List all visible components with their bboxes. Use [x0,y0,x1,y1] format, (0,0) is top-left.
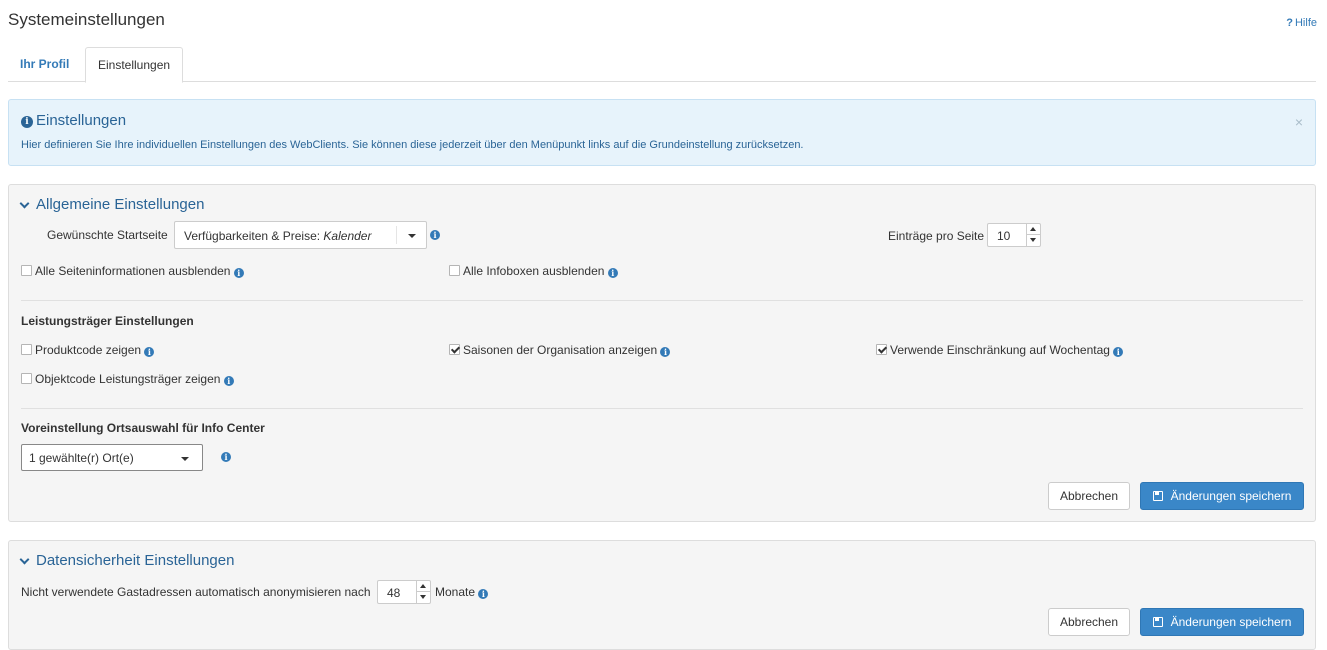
checkbox-checked-icon[interactable] [876,344,887,355]
object-code-checkbox[interactable]: Objektcode Leistungsträger zeigen i [21,372,234,386]
hide-page-info-checkbox[interactable]: Alle Seiteninformationen ausblenden i [21,264,244,278]
divider [21,408,1303,409]
product-code-checkbox[interactable]: Produktcode zeigen i [21,343,155,357]
help-icon: ? [1286,17,1293,29]
info-circle-icon[interactable]: i [144,347,155,357]
save-changes-button[interactable]: Änderungen speichern [1140,482,1304,510]
tab-bar: Ihr Profil Einstellungen [8,47,1316,83]
tab-profile[interactable]: Ihr Profil [8,47,81,82]
chevron-down-icon [19,554,30,564]
chevron-down-icon [19,198,30,208]
caret-down-icon [181,457,189,461]
checkbox-checked-icon[interactable] [449,344,460,355]
anonymize-suffix: Monate i [435,585,489,599]
info-circle-icon[interactable]: i [478,589,489,599]
location-value: 1 gewählte(r) Ort(e) [29,451,134,465]
privacy-settings-panel: Datensicherheit Einstellungen Nicht verw… [8,540,1316,650]
general-settings-heading-text: Allgemeine Einstellungen [36,196,205,213]
hide-infoboxes-checkbox[interactable]: Alle Infoboxen ausblenden i [449,264,618,278]
general-settings-heading[interactable]: Allgemeine Einstellungen [19,196,204,213]
info-circle-icon[interactable]: i [233,268,244,278]
seasons-checkbox[interactable]: Saisonen der Organisation anzeigen i [449,343,671,357]
checkbox-icon[interactable] [449,265,460,276]
info-circle-icon[interactable]: i [607,268,618,278]
alert-title-text: Einstellungen [36,112,127,129]
start-page-value: Verfügbarkeiten & Preise: Kalender [184,229,372,243]
provider-section-label: Leistungsträger Einstellungen [21,314,194,328]
info-circle-icon: i [21,116,33,128]
checkbox-icon[interactable] [21,265,32,276]
spin-down-icon[interactable] [1027,235,1040,246]
help-label: Hilfe [1294,17,1317,29]
info-circle-icon[interactable]: i [430,230,440,240]
start-page-label: Gewünschte Startseite [47,228,168,242]
spin-down-icon[interactable] [417,592,430,603]
info-circle-icon[interactable]: i [223,376,234,386]
info-alert: i Einstellungen Hier definieren Sie Ihre … [8,99,1316,166]
start-page-select[interactable]: Verfügbarkeiten & Preise: Kalender [174,221,427,249]
privacy-settings-heading[interactable]: Datensicherheit Einstellungen [19,552,234,569]
entries-per-page-value: 10 [997,229,1011,243]
floppy-disk-icon [1152,617,1163,627]
cancel-button[interactable]: Abbrechen [1048,608,1130,636]
alert-title: i Einstellungen [21,112,126,129]
info-circle-icon[interactable]: i [1113,347,1124,357]
weekday-restriction-checkbox[interactable]: Verwende Einschränkung auf Wochentag i [876,343,1124,357]
page-title: Systemeinstellungen [8,10,165,29]
alert-text: Hier definieren Sie Ihre individuellen E… [21,139,804,151]
entries-per-page-stepper[interactable]: 10 [987,223,1041,247]
anonymize-months-stepper[interactable]: 48 [377,580,431,604]
location-select[interactable]: 1 gewählte(r) Ort(e) [21,444,203,471]
info-circle-icon[interactable]: i [660,347,671,357]
cancel-button[interactable]: Abbrechen [1048,482,1130,510]
help-link[interactable]: ? Hilfe [1286,17,1317,29]
general-settings-panel: Allgemeine Einstellungen Gewünschte Star… [8,184,1316,522]
tab-settings[interactable]: Einstellungen [85,47,184,83]
anonymize-months-value: 48 [387,586,401,600]
spin-up-icon[interactable] [417,581,430,592]
anonymize-label: Nicht verwendete Gastadressen automatisc… [21,585,371,599]
info-circle-icon[interactable]: i [221,452,231,462]
save-changes-button[interactable]: Änderungen speichern [1140,608,1304,636]
location-section-label: Voreinstellung Ortsauswahl für Info Cent… [21,421,265,435]
close-icon[interactable]: × [1295,114,1303,130]
entries-per-page-label: Einträge pro Seite [888,229,985,243]
privacy-settings-heading-text: Datensicherheit Einstellungen [36,552,235,569]
caret-down-icon [408,234,416,238]
divider [21,300,1303,301]
checkbox-icon[interactable] [21,344,32,355]
spin-up-icon[interactable] [1027,224,1040,235]
checkbox-icon[interactable] [21,373,32,384]
floppy-disk-icon [1152,491,1163,501]
